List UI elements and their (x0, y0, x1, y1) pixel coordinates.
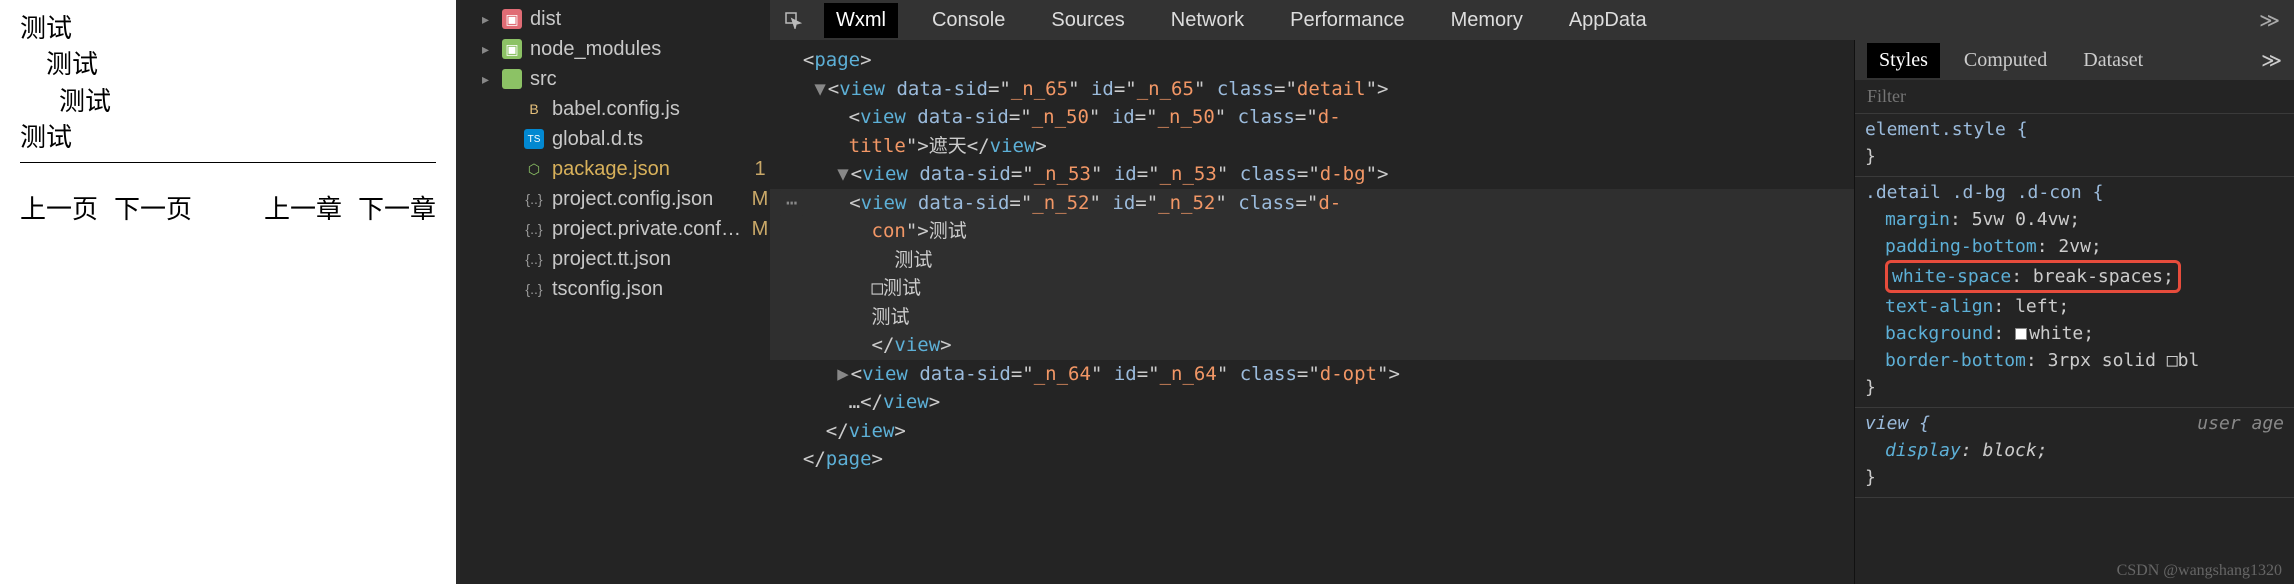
file-tree-item[interactable]: Bbabel.config.js (460, 94, 770, 124)
styles-tab-styles[interactable]: Styles (1867, 43, 1940, 78)
devtools-tab-appdata[interactable]: AppData (1557, 3, 1659, 38)
app-preview: 测试 测试 测试 测试 上一页 下一页 上一章 下一章 (0, 0, 460, 584)
styles-tab-dataset[interactable]: Dataset (2071, 43, 2155, 78)
file-label: project.private.config... (552, 218, 742, 241)
devtools-tabs: Wxml Console Sources Network Performance Memo… (770, 0, 2294, 40)
file-label: global.d.ts (552, 128, 742, 151)
devtools-tab-console[interactable]: Console (920, 3, 1017, 38)
devtools-tab-sources[interactable]: Sources (1039, 3, 1136, 38)
preview-line: 测试 (20, 46, 436, 82)
json-icon: {..} (524, 189, 544, 209)
rule-brace: } (1865, 143, 2284, 170)
devtools-tab-memory[interactable]: Memory (1439, 3, 1535, 38)
devtools-tab-network[interactable]: Network (1159, 3, 1256, 38)
file-label: project.tt.json (552, 248, 742, 271)
chevron-right-icon: ▸ (482, 71, 494, 88)
node-icon: ▣ (502, 39, 522, 59)
dist-icon: ▣ (502, 9, 522, 29)
styles-tab-computed[interactable]: Computed (1952, 43, 2059, 78)
file-label: project.config.json (552, 188, 742, 211)
more-tabs-icon[interactable]: ≫ (2259, 8, 2280, 33)
file-label: src (530, 68, 742, 91)
ts-icon: TS (524, 129, 544, 149)
devtools-panel: Wxml Console Sources Network Performance Memo… (770, 0, 2294, 584)
file-explorer[interactable]: ▸ ▣ dist ▸ ▣ node_modules ▸ src Bbabel.config.js… (460, 0, 770, 584)
styles-tabs: Styles Computed Dataset ≫ (1855, 40, 2294, 80)
divider (20, 162, 436, 163)
preview-text: 测试 测试 测试 测试 上一页 下一页 上一章 下一章 (20, 10, 436, 574)
css-selector: element.style { (1865, 119, 2028, 140)
file-label: package.json (552, 158, 742, 181)
style-rule-ua[interactable]: view {user agedisplay: block;} (1855, 408, 2294, 498)
file-tree-item[interactable]: TS global.d.ts (460, 124, 770, 154)
next-chapter-button[interactable]: 下一章 (358, 191, 436, 227)
element-picker-icon[interactable] (784, 11, 802, 29)
npm-icon: ⬡ (524, 159, 544, 179)
json-icon: {..} (524, 279, 544, 299)
file-status: 1 (750, 158, 770, 181)
file-tree-item[interactable]: {..} project.private.config... M (460, 214, 770, 244)
chevron-right-icon: ▸ (482, 11, 494, 28)
preview-line: 测试 (20, 119, 436, 155)
file-tree-item[interactable]: {..} tsconfig.json (460, 274, 770, 304)
preview-line: 测试 (20, 83, 436, 119)
next-page-button[interactable]: 下一页 (114, 191, 192, 227)
file-tree-item[interactable]: {..} project.config.json M (460, 184, 770, 214)
wxml-tree[interactable]: <page> ▼<view data-sid="_n_65" id="_n_65… (770, 40, 1854, 584)
file-label: babel.config.js (552, 98, 742, 121)
file-tree-item[interactable]: ▸ src (460, 64, 770, 94)
filter-input[interactable] (1867, 86, 2282, 107)
file-tree-item[interactable]: ⬡ package.json 1 (460, 154, 770, 184)
prev-page-button[interactable]: 上一页 (20, 191, 98, 227)
json-icon: {..} (524, 249, 544, 269)
file-tree-item[interactable]: ▸ ▣ dist (460, 4, 770, 34)
src-icon (502, 69, 522, 89)
file-label: tsconfig.json (552, 278, 742, 301)
preview-line: 测试 (20, 10, 436, 46)
file-label: dist (530, 8, 742, 31)
file-tree-item[interactable]: {..} project.tt.json (460, 244, 770, 274)
file-label: node_modules (530, 38, 742, 61)
file-status: M (750, 218, 770, 241)
json-icon: {..} (524, 219, 544, 239)
file-status: M (750, 188, 770, 211)
style-rule-element[interactable]: element.style { } (1855, 114, 2294, 177)
styles-sidebar: Styles Computed Dataset ≫ element.style { }… (1854, 40, 2294, 584)
prev-chapter-button[interactable]: 上一章 (264, 191, 342, 227)
styles-filter (1855, 80, 2294, 114)
more-tabs-icon[interactable]: ≫ (2261, 48, 2282, 73)
watermark: CSDN @wangshang1320 (2117, 562, 2282, 580)
chevron-right-icon: ▸ (482, 41, 494, 58)
devtools-tab-performance[interactable]: Performance (1278, 3, 1417, 38)
file-tree-item[interactable]: ▸ ▣ node_modules (460, 34, 770, 64)
preview-nav: 上一页 下一页 上一章 下一章 (20, 191, 436, 227)
style-rule-main[interactable]: .detail .d-bg .d-con {margin: 5vw 0.4vw;… (1855, 177, 2294, 408)
devtools-tab-wxml[interactable]: Wxml (824, 3, 898, 38)
babel-icon: B (524, 99, 544, 119)
